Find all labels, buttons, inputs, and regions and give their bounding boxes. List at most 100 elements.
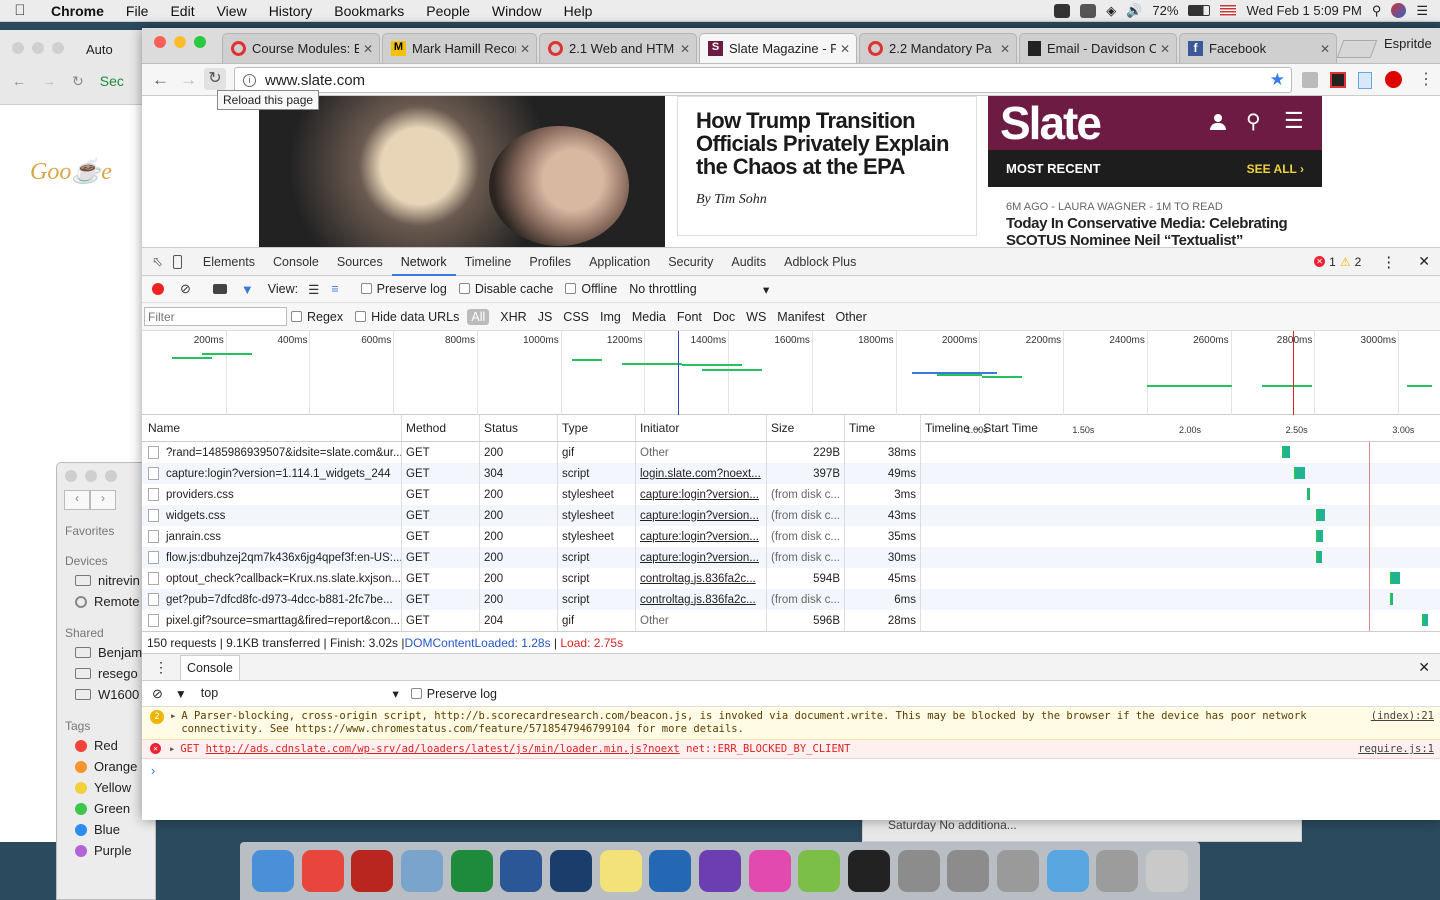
col-initiator[interactable]: Initiator [636, 415, 767, 441]
hero-image[interactable] [259, 96, 665, 247]
warning-source-link[interactable]: (index):21 [1357, 710, 1434, 736]
timeline-bar[interactable] [1422, 614, 1429, 626]
timeline-bar[interactable] [1281, 446, 1290, 458]
tab-adblock-plus[interactable]: Adblock Plus [775, 248, 865, 276]
table-row[interactable]: widgets.css GET 200 stylesheet capture:login… [142, 505, 1440, 526]
filter-font[interactable]: Font [677, 310, 702, 324]
excel-icon[interactable] [450, 850, 493, 892]
error-url-link[interactable]: http://ads.cdnslate.com/wp-srv/ad/loader… [206, 743, 680, 755]
close-tab-icon[interactable]: ✕ [520, 42, 530, 56]
sidebar-item-shared[interactable]: W1600 [57, 684, 155, 705]
close-drawer-icon[interactable]: ✕ [1418, 659, 1430, 676]
tab-course-modules[interactable]: Course Modules: E ✕ [222, 33, 380, 63]
menu-help[interactable]: Help [553, 3, 604, 19]
timeline-bar[interactable] [1294, 467, 1305, 479]
tag-blue[interactable]: Blue [57, 819, 155, 840]
creative-cloud-icon[interactable] [1054, 3, 1071, 18]
sidebar-item-shared[interactable]: Benjam [57, 642, 155, 663]
camera-icon[interactable] [212, 284, 227, 294]
context-select[interactable]: top ▾ [201, 686, 399, 701]
clear-console-icon[interactable]: ⊘ [152, 686, 163, 702]
timeline-bar[interactable] [1315, 551, 1323, 563]
filter-media[interactable]: Media [632, 310, 666, 324]
filter-js[interactable]: JS [538, 310, 553, 324]
siri-icon[interactable] [698, 850, 741, 892]
new-tab-button[interactable] [1336, 40, 1378, 58]
user-icon[interactable] [1210, 114, 1226, 130]
error-icon[interactable]: ✕ [1314, 256, 1326, 267]
waterfall-view-icon[interactable]: ≡ [331, 282, 338, 296]
question-icon[interactable] [947, 850, 990, 892]
info-icon[interactable]: i [243, 73, 256, 87]
menu-bookmarks[interactable]: Bookmarks [323, 3, 415, 19]
table-row[interactable]: flow.js:dbuhzej2qm7k436x6jg4qpef3f:en-US… [142, 547, 1440, 568]
maps-icon[interactable] [798, 850, 841, 892]
clear-icon[interactable]: ⊘ [180, 281, 191, 297]
disable-cache-checkbox[interactable]: Disable cache [458, 282, 553, 296]
tab-profiles[interactable]: Profiles [520, 248, 580, 276]
network-overview[interactable]: 200ms 400ms 600ms 800ms 1000ms 1200ms 1400ms 16… [142, 331, 1440, 415]
story-headline[interactable]: Today In Conservative Media: Celebrating… [988, 215, 1322, 247]
hide-data-urls-checkbox[interactable]: Hide data URLs [355, 310, 459, 324]
tag-orange[interactable]: Orange [57, 756, 155, 777]
tab-application[interactable]: Application [580, 248, 659, 276]
trash-icon[interactable] [1145, 850, 1188, 892]
clock[interactable]: Wed Feb 1 5:09 PM [1246, 3, 1361, 18]
google-doodle-logo[interactable]: Goo☕e [30, 157, 149, 186]
warning-icon[interactable]: ⚠ [1340, 255, 1351, 269]
filter-input[interactable] [144, 307, 287, 326]
error-source-link[interactable]: require.js:1 [1344, 743, 1434, 755]
table-row[interactable]: optout_check?callback=Krux.ns.slate.kxjs… [142, 568, 1440, 589]
close-tab-icon[interactable]: ✕ [1320, 42, 1330, 56]
initiator-link[interactable]: capture:login?version... [640, 552, 759, 564]
filter-all[interactable]: All [467, 308, 490, 325]
tab-slate-magazine[interactable]: S Slate Magazine - P ✕ [699, 33, 857, 63]
col-status[interactable]: Status [480, 415, 558, 441]
tab-mark-hamill[interactable]: M Mark Hamill Recor ✕ [382, 33, 537, 63]
downloads-icon[interactable] [1096, 850, 1139, 892]
apple-icon[interactable]:  [0, 2, 40, 19]
url-text[interactable]: www.slate.com [265, 72, 365, 89]
col-size[interactable]: Size [767, 415, 845, 441]
forward-button[interactable]: → [180, 70, 197, 90]
menu-file[interactable]: File [115, 3, 160, 19]
volume-icon[interactable]: 🔊 [1126, 3, 1142, 19]
status-app-icon[interactable] [1080, 3, 1097, 18]
tab-facebook[interactable]: f Facebook ✕ [1179, 33, 1337, 63]
close-tab-icon[interactable]: ✕ [680, 42, 690, 56]
tab-console[interactable]: Console [264, 248, 328, 276]
tab-web-html[interactable]: 2.1 Web and HTM ✕ [539, 33, 697, 63]
expand-icon[interactable]: ▸ [170, 710, 176, 736]
applications-folder-icon[interactable] [1046, 850, 1089, 892]
tag-yellow[interactable]: Yellow [57, 777, 155, 798]
menu-people[interactable]: People [415, 3, 481, 19]
table-row[interactable]: get?pub=7dfcd8fc-d973-4dcc-b881-2fc7be..… [142, 589, 1440, 610]
timeline-bar[interactable] [1315, 509, 1325, 521]
close-devtools-icon[interactable]: ✕ [1418, 253, 1430, 270]
menu-history[interactable]: History [258, 3, 324, 19]
list-view-icon[interactable]: ☰ [308, 282, 319, 297]
close-window-button[interactable] [154, 36, 166, 48]
siri-menu-icon[interactable] [1391, 3, 1407, 18]
tab-network[interactable]: Network [391, 248, 456, 276]
slate-logo[interactable]: Slate [1000, 96, 1102, 150]
tab-email[interactable]: Email - Davidson C ✕ [1019, 33, 1177, 63]
finder-back-button[interactable]: ‹ [64, 490, 90, 510]
initiator-link[interactable]: login.slate.com?noext... [640, 468, 761, 480]
console-error[interactable]: ✕ ▸ GET http://ads.cdnslate.com/wp-srv/a… [142, 740, 1440, 759]
article-card[interactable]: How Trump Transition Officials Privately… [677, 96, 977, 236]
timeline-bar[interactable] [1390, 572, 1400, 584]
filter-img[interactable]: Img [600, 310, 621, 324]
table-row[interactable]: capture:login?version=1.114.1_widgets_24… [142, 463, 1440, 484]
address-bar[interactable]: i www.slate.com ★ [234, 67, 1292, 93]
rstudio-icon[interactable] [649, 850, 692, 892]
col-type[interactable]: Type [558, 415, 636, 441]
menu-view[interactable]: View [206, 3, 258, 19]
menu-edit[interactable]: Edit [159, 3, 205, 19]
close-tab-icon[interactable]: ✕ [363, 42, 373, 56]
throttling-select[interactable]: No throttling ▾ [629, 282, 769, 297]
table-row[interactable]: janrain.css GET 200 stylesheet capture:login… [142, 526, 1440, 547]
terminal-icon[interactable] [847, 850, 890, 892]
reload-icon[interactable]: ↻ [72, 73, 84, 90]
initiator-link[interactable]: capture:login?version... [640, 531, 759, 543]
